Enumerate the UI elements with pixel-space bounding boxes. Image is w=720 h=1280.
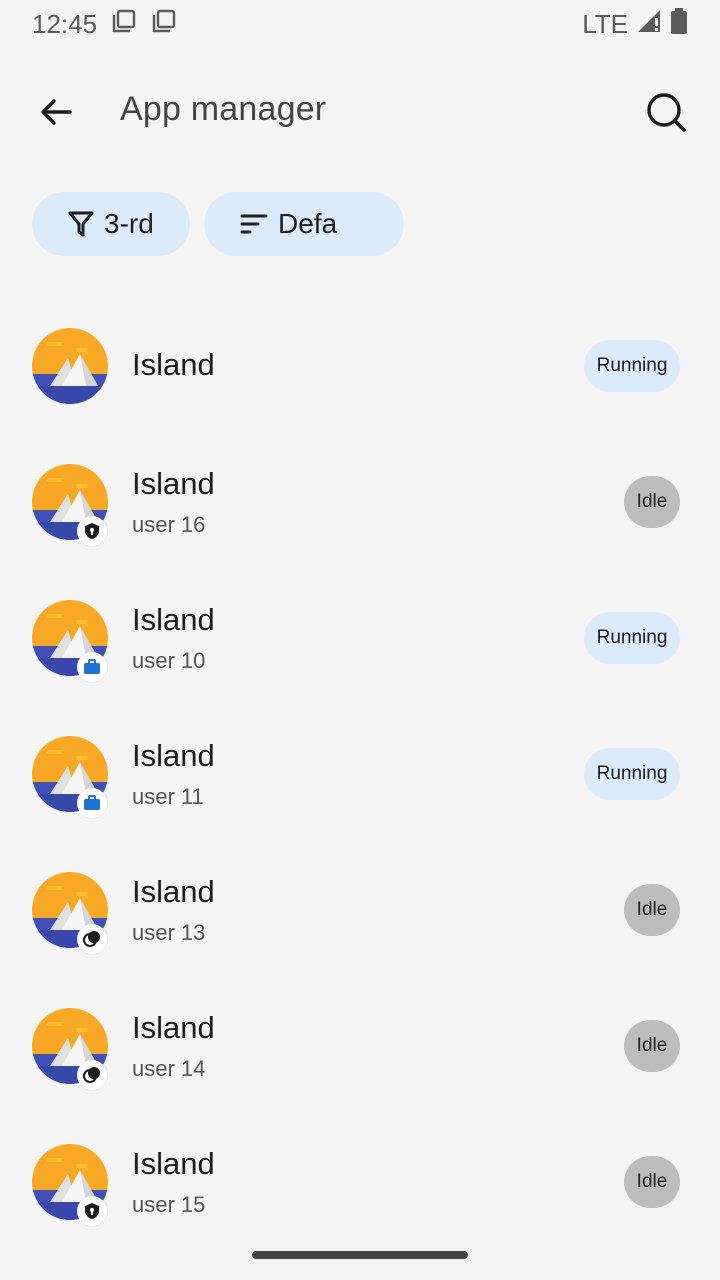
network-type: LTE [582, 8, 628, 39]
arrow-back-icon [41, 99, 72, 125]
app-name: Island [132, 1146, 215, 1181]
search-button[interactable] [636, 82, 700, 146]
status-time: 12:45 [32, 8, 98, 39]
status-badge: Running [584, 340, 680, 392]
status-badge: Running [584, 612, 680, 664]
app-list-item[interactable]: Island user 10 Running [0, 570, 720, 706]
sort-icon [240, 212, 268, 236]
app-list-item[interactable]: Island user 16 Idle [0, 434, 720, 570]
signal-icon [636, 8, 662, 41]
app-name: Island [132, 602, 215, 637]
gesture-nav-handle[interactable] [252, 1251, 468, 1259]
app-name: Island [132, 1010, 215, 1045]
filter-chip-label: 3-rd [104, 208, 154, 239]
app-list-item[interactable]: Island user 13 Idle [0, 842, 720, 978]
circles-icon [77, 924, 107, 954]
search-icon [647, 93, 686, 132]
work-briefcase-icon [77, 652, 107, 682]
battery-icon [670, 7, 688, 42]
shield-icon [77, 1196, 107, 1226]
app-list-item[interactable]: Island user 11 Running [0, 706, 720, 842]
filter-funnel-icon [68, 210, 94, 238]
app-user-label: user 13 [132, 920, 206, 945]
notification-copy-icon [111, 8, 137, 41]
app-list-item[interactable]: Island user 15 Idle [0, 1114, 720, 1250]
status-badge: Idle [624, 1020, 680, 1072]
app-list-item[interactable]: Island Running [0, 298, 720, 434]
app-user-label: user 10 [132, 648, 206, 673]
top-app-bar: App manager [0, 64, 720, 160]
sort-chip-label: Defa [278, 208, 338, 239]
app-list-item[interactable]: Island user 14 Idle [0, 978, 720, 1114]
page-title: App manager [120, 90, 327, 128]
app-manager-screen: 12:45 LTE App manager 3-rd Defa Island R… [0, 0, 720, 1280]
status-badge: Idle [624, 884, 680, 936]
shield-icon [77, 516, 107, 546]
notification-copy-icon [151, 8, 177, 41]
app-name: Island [132, 466, 215, 501]
status-badge: Running [584, 748, 680, 800]
island-app-icon [32, 328, 108, 404]
filter-chips: 3-rd Defa [32, 192, 404, 256]
app-name: Island [132, 738, 215, 773]
app-list: Island Running Island user 16 Idle Island us… [0, 298, 720, 1250]
app-user-label: user 16 [132, 512, 206, 537]
status-badge: Idle [624, 1156, 680, 1208]
app-user-label: user 14 [132, 1056, 206, 1081]
app-name: Island [132, 347, 215, 382]
circles-icon [77, 1060, 107, 1090]
work-briefcase-icon [77, 788, 107, 818]
back-button[interactable] [20, 84, 92, 140]
app-name: Island [132, 874, 215, 909]
app-user-label: user 15 [132, 1192, 206, 1217]
status-badge: Idle [624, 476, 680, 528]
sort-chip[interactable]: Defa [204, 192, 404, 256]
app-user-label: user 11 [132, 784, 204, 809]
filter-chip[interactable]: 3-rd [32, 192, 190, 256]
status-bar: 12:45 LTE [0, 0, 720, 48]
